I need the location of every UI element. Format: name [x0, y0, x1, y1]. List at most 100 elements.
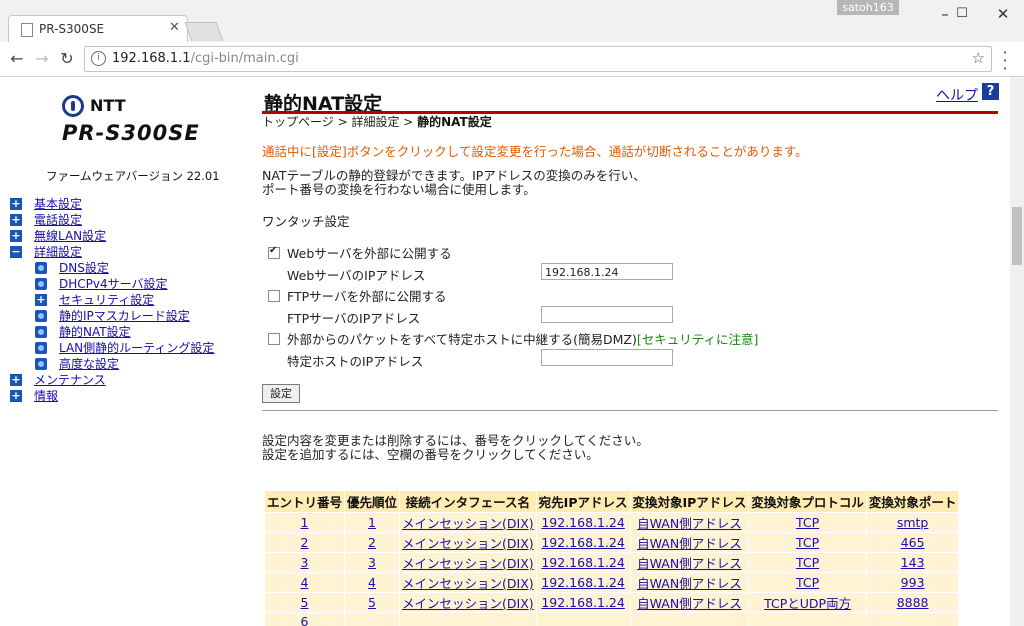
entry-value-link[interactable]: 993: [901, 575, 925, 590]
entry-value-link[interactable]: TCP: [796, 555, 819, 570]
table-cell: 5: [263, 592, 346, 613]
bookmark-star-icon[interactable]: ☆: [972, 49, 985, 67]
expand-plus-icon[interactable]: +: [10, 390, 22, 402]
entry-value-link[interactable]: TCP: [796, 575, 819, 590]
entry-value-link[interactable]: 3: [368, 555, 376, 570]
sidebar-item-label[interactable]: 無線LAN設定: [34, 228, 106, 244]
sidebar-item-label[interactable]: DHCPv4サーバ設定: [59, 276, 168, 292]
dmz-checkbox[interactable]: [268, 333, 280, 345]
entry-value-link[interactable]: メインセッション(DIX): [402, 576, 534, 591]
browser-toolbar: ← → ↻ i 192.168.1.1/cgi-bin/main.cgi ☆ ·…: [0, 42, 1024, 77]
entry-value-link[interactable]: 5: [368, 595, 376, 610]
help-link[interactable]: ヘルプ: [936, 85, 978, 105]
back-arrow-icon[interactable]: ←: [6, 48, 28, 70]
entry-value-link[interactable]: TCP: [796, 535, 819, 550]
user-badge[interactable]: satoh163: [837, 0, 899, 15]
entry-value-link[interactable]: 1: [368, 515, 376, 530]
new-tab-button[interactable]: [184, 22, 224, 41]
entry-value-link[interactable]: 192.168.1.24: [541, 555, 625, 570]
expand-plus-icon[interactable]: +: [10, 214, 22, 226]
sidebar-item-label[interactable]: 電話設定: [34, 212, 82, 228]
table-cell: 993: [865, 572, 960, 593]
table-cell: 2: [344, 532, 401, 553]
page-bullet-icon[interactable]: [35, 278, 47, 290]
info-icon[interactable]: i: [91, 51, 106, 66]
sidebar-item-label[interactable]: メンテナンス: [34, 372, 106, 388]
entry-number-link[interactable]: 4: [301, 575, 309, 590]
entry-value-link[interactable]: 自WAN側アドレス: [637, 576, 742, 591]
expand-plus-icon[interactable]: +: [35, 294, 47, 306]
entry-number-link[interactable]: 6: [301, 614, 309, 626]
page-bullet-icon[interactable]: [35, 262, 47, 274]
entry-value-link[interactable]: 192.168.1.24: [541, 535, 625, 550]
entry-value-link[interactable]: 465: [901, 535, 925, 550]
entry-value-link[interactable]: メインセッション(DIX): [402, 536, 534, 551]
entry-value-link[interactable]: 自WAN側アドレス: [637, 556, 742, 571]
entry-value-link[interactable]: 2: [368, 535, 376, 550]
vertical-scrollbar[interactable]: [1010, 77, 1024, 626]
table-cell: [344, 612, 401, 626]
sidebar-item-label[interactable]: 静的NAT設定: [59, 324, 131, 340]
page-bullet-icon[interactable]: [35, 310, 47, 322]
web-ip-input[interactable]: 192.168.1.24: [541, 263, 673, 280]
title-bar: PR-S300SE ✕ satoh163 – ☐ ✕: [0, 0, 1024, 43]
close-tab-icon[interactable]: ✕: [169, 20, 180, 35]
page-bullet-icon[interactable]: [35, 326, 47, 338]
browser-tab[interactable]: PR-S300SE ✕: [8, 15, 188, 43]
table-cell: [535, 612, 631, 626]
entry-number-link[interactable]: 1: [301, 515, 309, 530]
sidebar-item-label[interactable]: 高度な設定: [59, 356, 119, 372]
entry-value-link[interactable]: メインセッション(DIX): [402, 516, 534, 531]
address-bar[interactable]: i 192.168.1.1/cgi-bin/main.cgi ☆: [84, 46, 992, 72]
menu-dots-icon[interactable]: · · ·: [1000, 45, 1010, 77]
entry-number-link[interactable]: 3: [301, 555, 309, 570]
close-window-icon[interactable]: ✕: [988, 0, 1018, 28]
entry-value-link[interactable]: メインセッション(DIX): [402, 556, 534, 571]
page-bullet-icon[interactable]: [35, 342, 47, 354]
sidebar-item-label[interactable]: LAN側静的ルーティング設定: [59, 340, 214, 356]
sidebar-item-label[interactable]: セキュリティ設定: [59, 292, 154, 308]
ftp-publish-row: FTPサーバを外部に公開する: [268, 286, 447, 305]
collapse-minus-icon[interactable]: −: [10, 246, 22, 258]
page-content: NTT PR-S300SE ファームウェアバージョン 22.01 + 基本設定 + 電…: [0, 77, 1024, 626]
entry-value-link[interactable]: 自WAN側アドレス: [637, 516, 742, 531]
entry-value-link[interactable]: 自WAN側アドレス: [637, 596, 742, 611]
sidebar-item-label[interactable]: 静的IPマスカレード設定: [59, 308, 190, 324]
set-button[interactable]: 設定: [262, 384, 300, 403]
sidebar-item-label[interactable]: 詳細設定: [34, 244, 82, 260]
entry-value-link[interactable]: 4: [368, 575, 376, 590]
page-bullet-icon[interactable]: [35, 358, 47, 370]
entry-value-link[interactable]: メインセッション(DIX): [402, 596, 534, 611]
sidebar-item-label[interactable]: 基本設定: [34, 196, 82, 212]
entry-value-link[interactable]: 192.168.1.24: [541, 595, 625, 610]
entry-value-link[interactable]: 192.168.1.24: [541, 575, 625, 590]
scrollbar-thumb[interactable]: [1012, 207, 1022, 265]
table-cell: TCP: [748, 532, 867, 553]
table-cell: 自WAN側アドレス: [629, 572, 750, 593]
table-cell: 192.168.1.24: [535, 592, 631, 613]
entry-number-link[interactable]: 5: [301, 595, 309, 610]
entry-value-link[interactable]: smtp: [897, 515, 929, 530]
entry-value-link[interactable]: 自WAN側アドレス: [637, 536, 742, 551]
ftp-ip-input[interactable]: [541, 306, 673, 323]
entry-value-link[interactable]: 192.168.1.24: [541, 515, 625, 530]
table-cell: 3: [344, 552, 401, 573]
sidebar-item-label[interactable]: 情報: [34, 388, 58, 404]
maximize-icon[interactable]: ☐: [947, 0, 977, 28]
expand-plus-icon[interactable]: +: [10, 230, 22, 242]
web-publish-checkbox[interactable]: [268, 245, 280, 259]
entry-value-link[interactable]: TCP: [796, 515, 819, 530]
host-ip-input[interactable]: [541, 349, 673, 366]
table-cell: 2: [263, 532, 346, 553]
expand-plus-icon[interactable]: +: [10, 198, 22, 210]
entry-value-link[interactable]: 143: [901, 555, 925, 570]
entry-value-link[interactable]: 8888: [897, 595, 929, 610]
entry-number-link[interactable]: 2: [301, 535, 309, 550]
reload-icon[interactable]: ↻: [56, 48, 78, 70]
sidebar-item-label[interactable]: DNS設定: [59, 260, 109, 276]
forward-arrow-icon[interactable]: →: [31, 48, 53, 70]
entry-value-link[interactable]: TCPとUDP両方: [764, 596, 851, 611]
ftp-publish-checkbox[interactable]: [268, 290, 280, 302]
expand-plus-icon[interactable]: +: [10, 374, 22, 386]
help-icon[interactable]: ?: [982, 83, 999, 100]
